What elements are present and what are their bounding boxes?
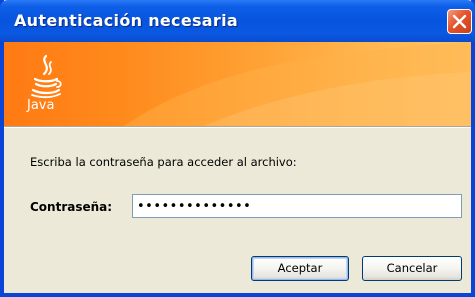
password-label: Contraseña: — [30, 200, 113, 214]
close-button[interactable] — [447, 9, 472, 34]
close-icon — [452, 14, 467, 29]
auth-dialog-window: Autenticación necesaria Java Escriba la … — [0, 0, 475, 297]
password-prompt-text: Escriba la contraseña para acceder al ar… — [30, 155, 297, 169]
banner-divider-highlight — [4, 127, 471, 128]
java-banner: Java — [4, 42, 471, 126]
accept-button[interactable]: Aceptar — [251, 256, 349, 281]
title-bar[interactable]: Autenticación necesaria — [0, 0, 475, 42]
java-logo-text: Java — [27, 98, 55, 113]
banner-swoosh — [124, 42, 471, 126]
window-title: Autenticación necesaria — [14, 11, 238, 30]
password-field[interactable] — [132, 194, 462, 218]
cancel-button[interactable]: Cancelar — [362, 256, 462, 281]
